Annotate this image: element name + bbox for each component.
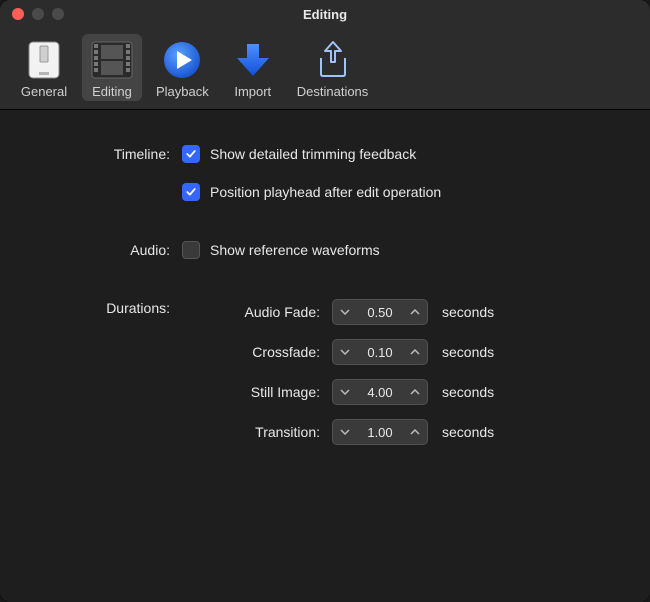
durations-section-label: Durations: [20, 292, 182, 452]
preferences-window: Editing General [0, 0, 650, 602]
still-image-value: 4.00 [357, 385, 403, 400]
crossfade-value: 0.10 [357, 345, 403, 360]
show-detailed-trimming-label: Show detailed trimming feedback [210, 146, 416, 162]
switch-icon [22, 38, 66, 82]
chevron-up-icon[interactable] [403, 300, 427, 324]
download-arrow-icon [231, 38, 275, 82]
tab-editing[interactable]: Editing [82, 34, 142, 101]
close-window-button[interactable] [12, 8, 24, 20]
crossfade-unit: seconds [442, 344, 494, 360]
share-icon [311, 38, 355, 82]
tab-general-label: General [21, 84, 67, 99]
still-image-label: Still Image: [182, 384, 332, 400]
still-image-row: Still Image: 4.00 seconds [182, 372, 630, 412]
chevron-up-icon[interactable] [403, 380, 427, 404]
tab-destinations-label: Destinations [297, 84, 369, 99]
audio-row: Audio: Show reference waveforms [20, 234, 630, 266]
position-playhead-label: Position playhead after edit operation [210, 184, 441, 200]
chevron-down-icon[interactable] [333, 300, 357, 324]
show-reference-waveforms-checkbox[interactable] [182, 241, 200, 259]
transition-stepper[interactable]: 1.00 [332, 419, 428, 445]
titlebar: Editing [0, 0, 650, 28]
timeline-row-2: Position playhead after edit operation [20, 176, 630, 208]
still-image-unit: seconds [442, 384, 494, 400]
prefs-toolbar: General [0, 28, 650, 110]
transition-unit: seconds [442, 424, 494, 440]
chevron-up-icon[interactable] [403, 420, 427, 444]
tab-playback-label: Playback [156, 84, 209, 99]
crossfade-row: Crossfade: 0.10 seconds [182, 332, 630, 372]
position-playhead-checkbox[interactable] [182, 183, 200, 201]
minimize-window-button[interactable] [32, 8, 44, 20]
audio-fade-stepper[interactable]: 0.50 [332, 299, 428, 325]
audio-fade-unit: seconds [442, 304, 494, 320]
crossfade-stepper[interactable]: 0.10 [332, 339, 428, 365]
traffic-lights [0, 8, 64, 20]
tab-destinations[interactable]: Destinations [291, 34, 375, 101]
chevron-down-icon[interactable] [333, 420, 357, 444]
still-image-stepper[interactable]: 4.00 [332, 379, 428, 405]
tab-playback[interactable]: Playback [150, 34, 215, 101]
tab-general[interactable]: General [14, 34, 74, 101]
transition-label: Transition: [182, 424, 332, 440]
window-title: Editing [0, 7, 650, 22]
crossfade-label: Crossfade: [182, 344, 332, 360]
chevron-down-icon[interactable] [333, 380, 357, 404]
transition-value: 1.00 [357, 425, 403, 440]
timeline-row-1: Timeline: Show detailed trimming feedbac… [20, 138, 630, 170]
audio-fade-value: 0.50 [357, 305, 403, 320]
tab-import-label: Import [234, 84, 271, 99]
editing-prefs-content: Timeline: Show detailed trimming feedbac… [0, 110, 650, 602]
show-detailed-trimming-checkbox[interactable] [182, 145, 200, 163]
audio-fade-row: Audio Fade: 0.50 seconds [182, 292, 630, 332]
audio-section-label: Audio: [20, 242, 182, 258]
filmstrip-icon [90, 38, 134, 82]
chevron-down-icon[interactable] [333, 340, 357, 364]
transition-row: Transition: 1.00 seconds [182, 412, 630, 452]
durations-section: Durations: Audio Fade: 0.50 seconds Cros… [20, 292, 630, 452]
tab-editing-label: Editing [92, 84, 132, 99]
audio-fade-label: Audio Fade: [182, 304, 332, 320]
timeline-section-label: Timeline: [20, 146, 182, 162]
show-reference-waveforms-label: Show reference waveforms [210, 242, 380, 258]
play-icon [160, 38, 204, 82]
tab-import[interactable]: Import [223, 34, 283, 101]
chevron-up-icon[interactable] [403, 340, 427, 364]
zoom-window-button[interactable] [52, 8, 64, 20]
